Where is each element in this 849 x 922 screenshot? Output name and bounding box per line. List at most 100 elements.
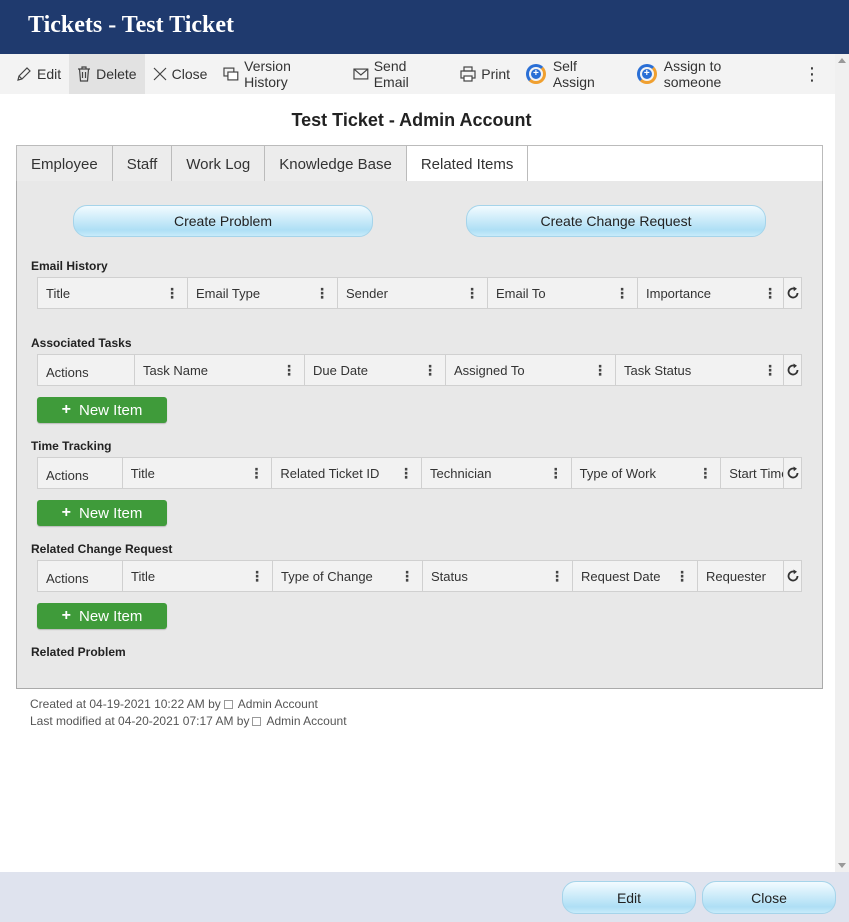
more-options-icon[interactable]: ⋮ <box>789 54 835 94</box>
assign-to-someone-label: Assign to someone <box>663 58 722 90</box>
tab-work-log[interactable]: Work Log <box>171 146 265 183</box>
form-title: Test Ticket - Admin Account <box>291 110 532 130</box>
window-title: Tickets - Test Ticket <box>0 0 849 54</box>
column-header[interactable]: Email Type ⋮ <box>188 278 338 308</box>
footer-close-button[interactable]: Close <box>702 881 836 914</box>
create-problem-button[interactable]: Create Problem <box>73 205 373 237</box>
related-problem-label: Related Problem <box>31 645 126 659</box>
footer-edit-button[interactable]: Edit <box>562 881 696 914</box>
associated-tasks-label: Associated Tasks <box>31 336 132 350</box>
column-label: Type of Change <box>281 568 373 584</box>
new-time-entry-button[interactable]: + New Item <box>37 500 167 526</box>
column-label: Title <box>46 285 71 301</box>
close-button[interactable]: Close <box>145 54 216 94</box>
column-label: Sender <box>346 285 388 301</box>
column-menu-icon[interactable]: ⋮ <box>249 465 263 481</box>
tab-related-items[interactable]: Related Items <box>405 146 529 183</box>
modified-user[interactable]: Admin Account <box>266 714 346 728</box>
tab-knowledge-base[interactable]: Knowledge Base <box>264 146 406 183</box>
related-change-request-grid: Actions Title ⋮ Type of Change ⋮ Status ⋮ R… <box>37 560 802 592</box>
close-icon <box>153 67 167 81</box>
created-user[interactable]: Admin Account <box>238 697 318 711</box>
refresh-icon[interactable] <box>783 458 801 488</box>
create-change-request-button[interactable]: Create Change Request <box>466 205 766 237</box>
column-header[interactable]: Title ⋮ <box>38 278 188 308</box>
column-menu-icon[interactable]: ⋮ <box>315 285 329 301</box>
self-assign-button[interactable]: + Self Assign <box>518 54 629 94</box>
column-header[interactable]: Request Date ⋮ <box>573 561 698 591</box>
modified-info: Last modified at 04-20-2021 07:17 AM by A… <box>30 714 347 728</box>
printer-icon <box>460 66 476 82</box>
column-header[interactable]: Type of Change ⋮ <box>273 561 423 591</box>
column-header[interactable]: Requester <box>698 561 788 591</box>
column-menu-icon[interactable]: ⋮ <box>698 465 712 481</box>
column-header[interactable]: Task Status ⋮ <box>616 355 786 385</box>
send-email-label: Send Email <box>373 58 409 90</box>
column-header[interactable]: Actions <box>38 561 123 591</box>
column-label: Email To <box>496 285 546 301</box>
assign-to-someone-button[interactable]: + Assign to someone <box>629 54 789 94</box>
refresh-icon[interactable] <box>783 561 801 591</box>
column-header[interactable]: Actions <box>38 355 135 385</box>
column-header[interactable]: Technician ⋮ <box>422 458 572 488</box>
modified-text: Last modified at 04-20-2021 07:17 AM by <box>30 714 250 728</box>
new-item-label: New Item <box>78 401 143 419</box>
column-menu-icon[interactable]: ⋮ <box>250 568 264 584</box>
version-history-button[interactable]: Version History <box>215 54 345 94</box>
column-menu-icon[interactable]: ⋮ <box>399 465 413 481</box>
column-menu-icon[interactable]: ⋮ <box>423 362 437 378</box>
column-header[interactable]: Importance ⋮ <box>638 278 786 308</box>
self-assign-label: Self Assign <box>552 58 595 90</box>
envelope-icon <box>353 68 369 80</box>
column-menu-icon[interactable]: ⋮ <box>593 362 607 378</box>
edit-button[interactable]: Edit <box>8 54 69 94</box>
column-label: Title <box>131 568 156 584</box>
column-menu-icon[interactable]: ⋮ <box>763 362 777 378</box>
new-task-button[interactable]: + New Item <box>37 397 167 423</box>
column-menu-icon[interactable]: ⋮ <box>465 285 479 301</box>
column-label: Actions <box>46 467 89 483</box>
email-history-label: Email History <box>31 259 108 273</box>
column-header[interactable]: Title ⋮ <box>123 561 273 591</box>
refresh-icon[interactable] <box>783 278 801 308</box>
column-menu-icon[interactable]: ⋮ <box>675 568 689 584</box>
vertical-scrollbar[interactable] <box>835 54 849 872</box>
column-header[interactable]: Task Name ⋮ <box>135 355 305 385</box>
column-menu-icon[interactable]: ⋮ <box>615 285 629 301</box>
column-header[interactable]: Due Date ⋮ <box>305 355 446 385</box>
print-button[interactable]: Print <box>452 54 518 94</box>
time-tracking-grid: Actions Title ⋮ Related Ticket ID ⋮ Techni… <box>37 457 802 489</box>
column-menu-icon[interactable]: ⋮ <box>165 285 179 301</box>
user-icon <box>252 717 262 726</box>
column-menu-icon[interactable]: ⋮ <box>400 568 414 584</box>
column-label: Request Date <box>581 568 661 584</box>
tab-staff[interactable]: Staff <box>111 146 172 183</box>
user-icon <box>223 700 233 709</box>
print-label: Print <box>481 66 511 82</box>
column-label: Requester <box>706 568 766 584</box>
column-header[interactable]: Title ⋮ <box>122 458 273 488</box>
new-change-request-button[interactable]: + New Item <box>37 603 167 629</box>
tab-bar-filler <box>528 146 822 182</box>
column-header[interactable]: Type of Work ⋮ <box>571 458 722 488</box>
column-menu-icon[interactable]: ⋮ <box>282 362 296 378</box>
column-header[interactable]: Assigned To ⋮ <box>446 355 616 385</box>
send-email-button[interactable]: Send Email <box>345 54 452 94</box>
toolbar: Edit Delete Close Version History Send E… <box>0 54 835 94</box>
column-menu-icon[interactable]: ⋮ <box>763 285 777 301</box>
column-header[interactable]: Sender ⋮ <box>338 278 488 308</box>
time-tracking-label: Time Tracking <box>31 439 112 453</box>
column-header[interactable]: Related Ticket ID ⋮ <box>272 458 422 488</box>
refresh-icon[interactable] <box>783 355 801 385</box>
scroll-up-icon[interactable] <box>838 58 846 63</box>
column-header[interactable]: Email To ⋮ <box>488 278 638 308</box>
column-header[interactable]: Status ⋮ <box>423 561 573 591</box>
column-menu-icon[interactable]: ⋮ <box>549 465 563 481</box>
scroll-down-icon[interactable] <box>838 863 846 868</box>
column-header[interactable]: Actions <box>38 458 123 488</box>
plus-icon: + <box>61 401 71 418</box>
column-menu-icon[interactable]: ⋮ <box>550 568 564 584</box>
delete-button[interactable]: Delete <box>69 54 145 94</box>
tab-employee[interactable]: Employee <box>16 146 112 183</box>
column-label: Status <box>431 568 468 584</box>
